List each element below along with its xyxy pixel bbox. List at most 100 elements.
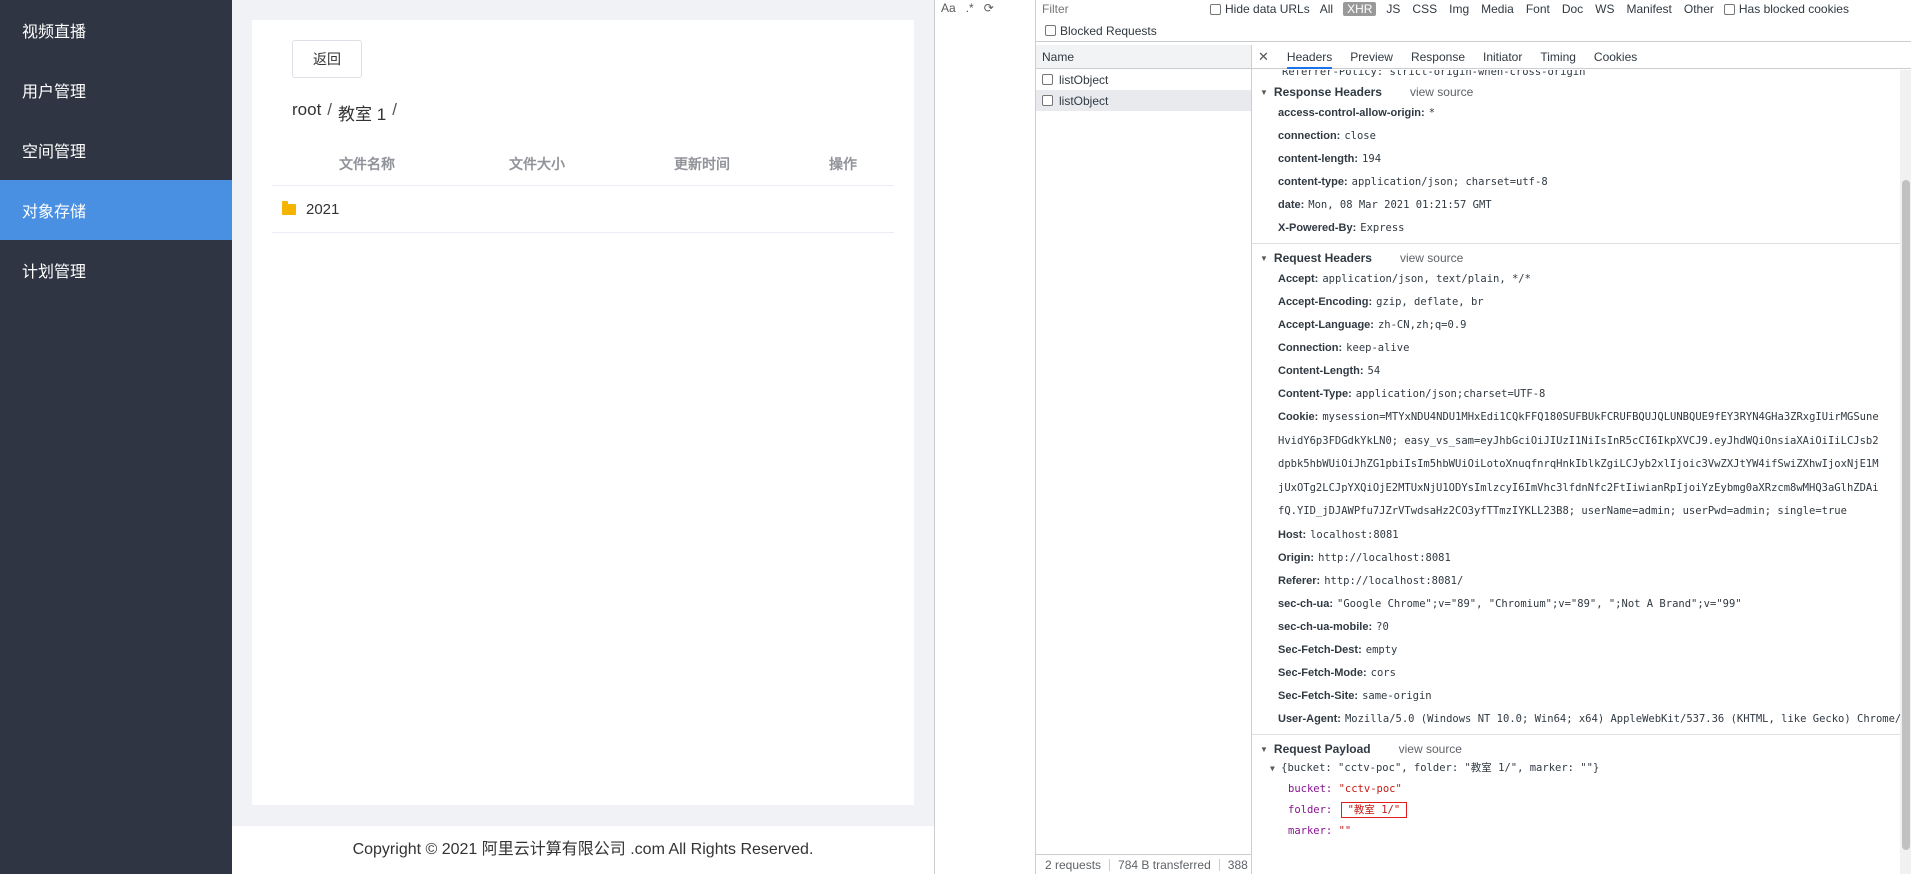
hide-data-urls-checkbox[interactable]: Hide data URLs bbox=[1210, 2, 1310, 16]
nav-item-plan-management[interactable]: 计划管理 bbox=[0, 240, 232, 300]
cut-off-header-line: Referrer-Policy: strict-origin-when-cros… bbox=[1282, 70, 1586, 78]
section-title: Request Payload bbox=[1273, 742, 1371, 756]
header-key: Host: bbox=[1278, 528, 1307, 541]
type-filter-ws[interactable]: WS bbox=[1593, 2, 1616, 16]
filter-input[interactable] bbox=[1042, 1, 1202, 17]
type-filter-media[interactable]: Media bbox=[1479, 2, 1516, 16]
header-value: * bbox=[1428, 107, 1436, 119]
scrollbar-thumb[interactable] bbox=[1902, 180, 1910, 850]
name-column-header[interactable]: Name bbox=[1036, 45, 1251, 69]
view-source-link[interactable]: view source bbox=[1400, 251, 1463, 265]
header-row: X-Powered-By: Express bbox=[1252, 216, 1900, 239]
header-row: connection: close bbox=[1252, 124, 1900, 147]
type-filter-doc[interactable]: Doc bbox=[1560, 2, 1585, 16]
type-filter-all[interactable]: All bbox=[1318, 2, 1335, 16]
header-key: Cookie: bbox=[1278, 411, 1319, 423]
vertical-scrollbar[interactable] bbox=[1900, 70, 1911, 874]
nav-item-object-storage[interactable]: 对象存储 bbox=[0, 180, 232, 240]
header-key: Accept: bbox=[1278, 273, 1319, 285]
devtools-left-strip: Aa .* ⟳ bbox=[935, 0, 1036, 874]
payload-field: folder: "教室 1/" bbox=[1252, 800, 1900, 821]
has-blocked-cookies-checkbox[interactable]: Has blocked cookies bbox=[1723, 2, 1849, 16]
checkbox-icon bbox=[1723, 3, 1735, 15]
folder-icon bbox=[282, 200, 296, 215]
view-source-link[interactable]: view source bbox=[1399, 742, 1462, 756]
app-main: 返回 root / 教室 1 / 文件名称 文件大小 更新时间 操作 2021 bbox=[232, 0, 934, 874]
header-value: http://localhost:8081 bbox=[1318, 551, 1451, 564]
type-filter-font[interactable]: Font bbox=[1524, 2, 1552, 16]
header-value: keep-alive bbox=[1346, 342, 1410, 354]
breadcrumb-separator: / bbox=[392, 100, 397, 119]
payload-fields: bucket: "cctv-poc" folder: "教室 1/" marker:… bbox=[1252, 779, 1900, 842]
header-key: Connection: bbox=[1278, 342, 1343, 354]
header-value: application/json;charset=UTF-8 bbox=[1355, 388, 1546, 400]
header-value: empty bbox=[1365, 643, 1398, 656]
request-payload-section[interactable]: ▼ Request Payload view source bbox=[1252, 740, 1900, 758]
nav-item-space-management[interactable]: 空间管理 bbox=[0, 120, 232, 180]
refresh-icon[interactable]: ⟳ bbox=[984, 1, 994, 15]
network-filter-bar: Hide data URLs All XHR JS CSS Img Media … bbox=[1036, 0, 1911, 18]
header-value: mysession=MTYxNDU4NDU1MHxEdi1CQkFFQ180SU… bbox=[1278, 411, 1879, 517]
expand-triangle-icon: ▼ bbox=[1260, 87, 1268, 97]
payload-summary[interactable]: ▼ {bucket: "cctv-poc", folder: "教室 1/", … bbox=[1252, 758, 1900, 779]
tab-response[interactable]: Response bbox=[1411, 50, 1465, 64]
tab-preview[interactable]: Preview bbox=[1350, 50, 1393, 64]
request-headers-list: Accept: application/json, text/plain, */*… bbox=[1252, 267, 1900, 730]
blocked-requests-checkbox[interactable]: Blocked Requests bbox=[1045, 24, 1157, 38]
network-status-bar: 2 requests 784 B transferred 388 bbox=[1036, 854, 1252, 874]
response-headers-list: access-control-allow-origin: * connection:… bbox=[1252, 101, 1900, 239]
tab-timing[interactable]: Timing bbox=[1540, 50, 1576, 64]
header-key: date: bbox=[1278, 199, 1305, 211]
checkbox-label: Hide data URLs bbox=[1225, 2, 1310, 16]
breadcrumb-folder[interactable]: 教室 1 bbox=[338, 100, 386, 125]
type-filter-other[interactable]: Other bbox=[1682, 2, 1716, 16]
close-icon[interactable]: ✕ bbox=[1258, 49, 1269, 65]
nav-item-video-live[interactable]: 视频直播 bbox=[0, 0, 232, 60]
type-filter-css[interactable]: CSS bbox=[1410, 2, 1439, 16]
content-card: 返回 root / 教室 1 / 文件名称 文件大小 更新时间 操作 2021 bbox=[252, 20, 914, 805]
payload-summary-text: {bucket: "cctv-poc", folder: "教室 1/", ma… bbox=[1281, 762, 1600, 774]
header-key: Accept-Encoding: bbox=[1278, 296, 1373, 308]
back-button[interactable]: 返回 bbox=[292, 40, 362, 78]
nav-item-user-management[interactable]: 用户管理 bbox=[0, 60, 232, 120]
nav-item-label: 用户管理 bbox=[22, 84, 87, 101]
header-key: X-Powered-By: bbox=[1278, 222, 1357, 234]
request-headers-section[interactable]: ▼ Request Headers view source bbox=[1252, 249, 1900, 267]
header-value: same-origin bbox=[1362, 689, 1432, 702]
table-row[interactable]: 2021 bbox=[272, 186, 894, 233]
header-key: access-control-allow-origin: bbox=[1278, 107, 1425, 119]
payload-field: marker: "" bbox=[1252, 821, 1900, 842]
type-filter-img[interactable]: Img bbox=[1447, 2, 1471, 16]
tab-headers[interactable]: Headers bbox=[1286, 50, 1333, 69]
headers-scroll-area[interactable]: Referrer-Policy: strict-origin-when-cros… bbox=[1252, 70, 1900, 874]
breadcrumb-separator: / bbox=[327, 100, 333, 119]
tab-cookies[interactable]: Cookies bbox=[1594, 50, 1637, 64]
header-row: Content-Length: 54 bbox=[1252, 359, 1900, 382]
payload-value: "" bbox=[1338, 825, 1352, 837]
type-filter-xhr[interactable]: XHR bbox=[1343, 2, 1377, 16]
request-file-icon bbox=[1042, 95, 1053, 106]
section-divider bbox=[1252, 243, 1900, 244]
type-filter-manifest[interactable]: Manifest bbox=[1625, 2, 1674, 16]
response-headers-section[interactable]: ▼ Response Headers view source bbox=[1252, 83, 1900, 101]
status-divider bbox=[1218, 858, 1220, 871]
tab-initiator[interactable]: Initiator bbox=[1483, 50, 1522, 64]
breadcrumb-root[interactable]: root bbox=[292, 100, 321, 125]
file-name-cell[interactable]: 2021 bbox=[272, 200, 462, 218]
header-row: sec-ch-ua-mobile: ?0 bbox=[1252, 615, 1900, 638]
checkbox-icon bbox=[1045, 25, 1056, 36]
header-value: application/json, text/plain, */* bbox=[1322, 273, 1531, 285]
header-value: Express bbox=[1360, 222, 1405, 234]
view-source-link[interactable]: view source bbox=[1410, 85, 1473, 99]
checkbox-label: Has blocked cookies bbox=[1738, 2, 1849, 16]
header-value: 194 bbox=[1362, 153, 1382, 165]
regex-icon[interactable]: .* bbox=[966, 1, 974, 15]
header-row: Origin: http://localhost:8081 bbox=[1252, 546, 1900, 569]
match-case-icon[interactable]: Aa bbox=[941, 1, 956, 15]
file-name: 2021 bbox=[306, 200, 340, 218]
request-row-selected[interactable]: listObject bbox=[1036, 90, 1251, 111]
header-key: connection: bbox=[1278, 130, 1341, 142]
request-row[interactable]: listObject bbox=[1036, 69, 1251, 90]
column-header-actions: 操作 bbox=[829, 156, 857, 172]
type-filter-js[interactable]: JS bbox=[1384, 2, 1402, 16]
